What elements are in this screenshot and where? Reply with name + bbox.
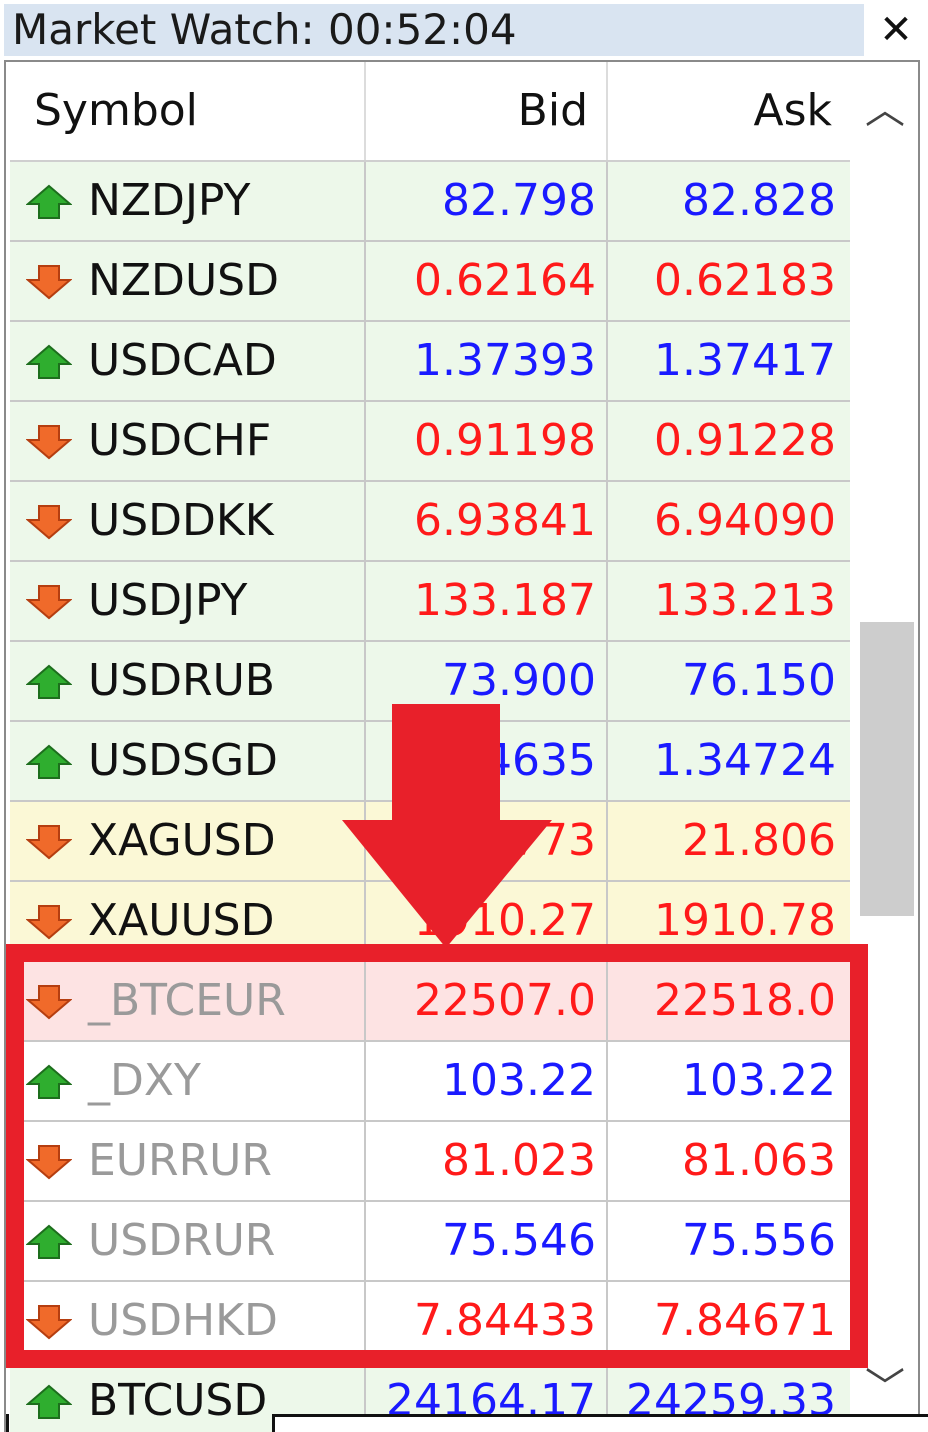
bid-cell: 103.22 — [366, 1042, 608, 1120]
bid-cell: 21.773 — [366, 802, 608, 880]
bid-cell: 0.62164 — [366, 242, 608, 320]
bottom-left-edge — [6, 1414, 16, 1432]
table-row[interactable]: _BTCEUR 22507.0 22518.0 — [10, 962, 850, 1042]
arrow-up-green-icon — [25, 1064, 73, 1100]
column-header-ask[interactable]: Ask — [608, 62, 850, 160]
scroll-down-icon[interactable]: ﹀ — [852, 1358, 918, 1418]
scroll-up-icon[interactable]: ︿ — [852, 80, 918, 140]
arrow-down-red-icon — [25, 424, 73, 460]
ask-cell: 1.34724 — [654, 735, 836, 786]
bid-cell: 73.900 — [366, 642, 608, 720]
table-row[interactable]: XAGUSD 21.773 21.806 — [10, 802, 850, 882]
table-row[interactable]: EURRUR 81.023 81.063 — [10, 1122, 850, 1202]
ask-cell: 0.62183 — [654, 255, 836, 306]
column-header-symbol[interactable]: Symbol — [10, 62, 366, 160]
arrow-down-red-icon — [25, 264, 73, 300]
arrow-up-green-icon — [25, 1224, 73, 1260]
arrow-down-red-icon — [25, 984, 73, 1020]
table-header: Symbol Bid Ask — [10, 62, 850, 162]
ask-cell: 133.213 — [654, 575, 836, 626]
arrow-up-green-icon — [25, 184, 73, 220]
arrow-up-green-icon — [25, 1384, 73, 1420]
market-watch-panel: Symbol Bid Ask NZDJPY 82.798 82.828 NZDUSD 0… — [4, 60, 920, 1432]
table-row[interactable]: USDSGD 1.34635 1.34724 — [10, 722, 850, 802]
table-row[interactable]: USDCAD 1.37393 1.37417 — [10, 322, 850, 402]
table-row[interactable]: USDCHF 0.91198 0.91228 — [10, 402, 850, 482]
bid-cell: 22507.0 — [366, 962, 608, 1040]
arrow-up-green-icon — [25, 664, 73, 700]
ask-cell: 82.828 — [682, 175, 836, 226]
bid-cell: 1.37393 — [366, 322, 608, 400]
arrow-down-red-icon — [25, 824, 73, 860]
arrow-down-red-icon — [25, 904, 73, 940]
bid-cell: 0.91198 — [366, 402, 608, 480]
ask-cell: 75.556 — [682, 1215, 836, 1266]
symbol-list: NZDJPY 82.798 82.828 NZDUSD 0.62164 0.62183 US… — [10, 162, 850, 1432]
table-row[interactable]: USDRUB 73.900 76.150 — [10, 642, 850, 722]
arrow-down-red-icon — [25, 584, 73, 620]
bid-cell: 81.023 — [366, 1122, 608, 1200]
bid-cell: 6.93841 — [366, 482, 608, 560]
bid-cell: 82.798 — [366, 162, 608, 240]
table-row[interactable]: _DXY 103.22 103.22 — [10, 1042, 850, 1122]
bid-cell: 1.34635 — [366, 722, 608, 800]
arrow-down-red-icon — [25, 1144, 73, 1180]
ask-cell: 0.91228 — [654, 415, 836, 466]
vertical-scrollbar[interactable]: ︿ ﹀ — [852, 62, 918, 1432]
ask-cell: 21.806 — [682, 815, 836, 866]
ask-cell: 76.150 — [682, 655, 836, 706]
ask-cell: 1910.78 — [654, 895, 836, 946]
arrow-down-red-icon — [25, 504, 73, 540]
bid-cell: 7.84433 — [366, 1282, 608, 1360]
table-row[interactable]: USDDKK 6.93841 6.94090 — [10, 482, 850, 562]
ask-cell: 103.22 — [682, 1055, 836, 1106]
close-icon[interactable]: ✕ — [876, 8, 916, 52]
title-bar: Market Watch: 00:52:04 ✕ — [0, 0, 928, 60]
table-row[interactable]: XAUUSD 1910.27 1910.78 — [10, 882, 850, 962]
table-row[interactable]: NZDJPY 82.798 82.828 — [10, 162, 850, 242]
table-row[interactable]: NZDUSD 0.62164 0.62183 — [10, 242, 850, 322]
window-title: Market Watch: 00:52:04 — [4, 4, 864, 56]
bid-cell: 133.187 — [366, 562, 608, 640]
ask-cell: 6.94090 — [654, 495, 836, 546]
ask-cell: 7.84671 — [654, 1295, 836, 1346]
table-row[interactable]: USDHKD 7.84433 7.84671 — [10, 1282, 850, 1362]
column-header-bid[interactable]: Bid — [366, 62, 608, 160]
ask-cell: 1.37417 — [654, 335, 836, 386]
bid-cell: 75.546 — [366, 1202, 608, 1280]
scroll-thumb[interactable] — [860, 622, 914, 916]
arrow-down-red-icon — [25, 1304, 73, 1340]
arrow-up-green-icon — [25, 344, 73, 380]
horizontal-splitter[interactable] — [272, 1414, 928, 1432]
arrow-up-green-icon — [25, 744, 73, 780]
table-row[interactable]: USDJPY 133.187 133.213 — [10, 562, 850, 642]
table-row[interactable]: USDRUR 75.546 75.556 — [10, 1202, 850, 1282]
ask-cell: 22518.0 — [654, 975, 836, 1026]
ask-cell: 81.063 — [682, 1135, 836, 1186]
bid-cell: 1910.27 — [366, 882, 608, 960]
